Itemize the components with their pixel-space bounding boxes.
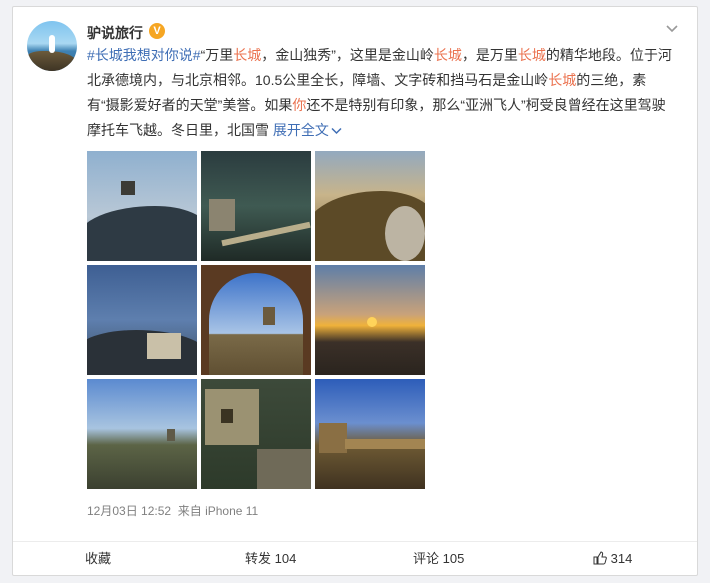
avatar-rock — [27, 51, 77, 71]
expand-full-text-link[interactable]: 展开全文 — [273, 122, 342, 138]
keyword-link[interactable]: 你 — [292, 97, 306, 113]
photo-thumbnail[interactable] — [315, 151, 425, 261]
photo-thumbnail[interactable] — [87, 151, 197, 261]
verified-badge-icon: V — [149, 23, 165, 39]
keyword-link[interactable]: 长城 — [518, 47, 546, 63]
photo-thumbnail[interactable] — [201, 151, 311, 261]
photo-thumbnail[interactable] — [201, 265, 311, 375]
weibo-post-card: 驴说旅行 V #长城我想对你说#“万里长城，金山独秀”，这里是金山岭长城，是万里… — [12, 6, 698, 576]
keyword-link[interactable]: 长城 — [548, 72, 576, 88]
post-source: 来自 iPhone 11 — [177, 504, 259, 518]
comment-button[interactable]: 评论 105 — [413, 542, 464, 576]
repost-button[interactable]: 转发 104 — [245, 542, 296, 576]
like-button[interactable]: 314 — [593, 542, 632, 576]
thumbs-up-icon — [593, 551, 607, 565]
hashtag-link[interactable]: #长城我想对你说# — [87, 47, 201, 63]
avatar-person — [49, 35, 55, 53]
avatar[interactable] — [27, 21, 77, 71]
post-meta: 12月03日 12:52 来自 iPhone 11 — [87, 502, 258, 519]
photo-thumbnail[interactable] — [315, 379, 425, 489]
favorite-button[interactable]: 收藏 — [85, 542, 111, 576]
post-text: #长城我想对你说#“万里长城，金山独秀”，这里是金山岭长城，是万里长城的精华地段… — [87, 43, 677, 143]
photo-thumbnail[interactable] — [87, 379, 197, 489]
username[interactable]: 驴说旅行 — [87, 23, 143, 43]
chevron-down-icon[interactable] — [663, 21, 681, 35]
post-text-segment: ，金山独秀”，这里是金山岭 — [261, 47, 434, 63]
keyword-link[interactable]: 长城 — [233, 47, 261, 63]
post-text-segment: ，是万里 — [461, 47, 518, 63]
photo-thumbnail[interactable] — [87, 265, 197, 375]
like-count: 314 — [610, 551, 633, 566]
keyword-link[interactable]: 长城 — [434, 47, 462, 63]
action-bar: 收藏 转发 104 评论 105 314 — [13, 541, 697, 576]
post-text-segment: “万里 — [200, 47, 234, 63]
post-date[interactable]: 12月03日 12:52 — [87, 504, 171, 518]
photo-thumbnail[interactable] — [201, 379, 311, 489]
photo-thumbnail[interactable] — [315, 265, 425, 375]
